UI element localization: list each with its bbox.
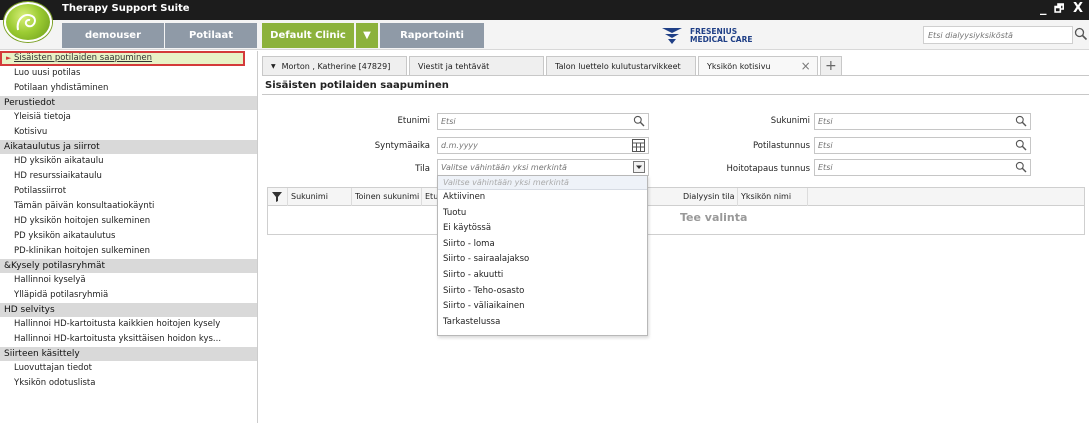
unit-search-input[interactable]	[924, 27, 1052, 43]
grid-header: Sukunimi Toinen sukunimi Etunim Dialyysi…	[268, 188, 1084, 206]
sidebar-item-hd-yksikön-aikataulu[interactable]: HD yksikön aikataulu	[0, 154, 257, 169]
treatment-id-label: Hoitotapaus tunnus	[726, 164, 810, 174]
sidebar-group-kysely-potilasryhmät: &Kysely potilasryhmät	[0, 259, 257, 273]
status-option[interactable]: Siirto - väliaikainen	[438, 299, 647, 315]
caret-down-icon: ▼	[271, 62, 276, 70]
brand-line-2: MEDICAL CARE	[690, 35, 753, 44]
sidebar-item-label: Sisäisten potilaiden saapuminen	[14, 53, 153, 63]
patient-id-label: Potilastunnus	[752, 141, 810, 151]
minimize-button[interactable]: _	[1040, 1, 1047, 17]
restore-button[interactable]: 🗗	[1054, 1, 1064, 17]
status-label: Tila	[415, 164, 430, 174]
status-option[interactable]: Aktiivinen	[438, 190, 647, 206]
search-icon[interactable]	[1015, 161, 1027, 176]
clinic-toggle-button[interactable]: ▼	[356, 23, 378, 48]
tab-patient[interactable]: ▼ Morton , Katherine [47829]	[262, 56, 407, 75]
col-dialysis-status[interactable]: Dialyysin tila	[680, 188, 738, 206]
status-option[interactable]: Ei käytössä	[438, 221, 647, 237]
unit-search-box[interactable]	[923, 26, 1088, 44]
sidebar-item-hallinnoi-hd-kartoitusta-kaikkien-hoitojen-kysely[interactable]: Hallinnoi HD-kartoitusta kaikkien hoitoj…	[0, 317, 257, 332]
clinic-button[interactable]: Default Clinic	[262, 23, 354, 48]
tab-messages[interactable]: Viestit ja tehtävät	[409, 56, 544, 75]
sidebar-item-pd-yksikön-aikataulutus[interactable]: PD yksikön aikataulutus	[0, 229, 257, 244]
status-option[interactable]: Siirto - loma	[438, 237, 647, 253]
patient-id-input[interactable]	[815, 138, 1030, 153]
title-bar: Therapy Support Suite _ 🗗 X	[0, 0, 1089, 20]
sidebar-item-hd-yksikön-hoitojen-sulkeminen[interactable]: HD yksikön hoitojen sulkeminen	[0, 214, 257, 229]
filter-icon[interactable]	[268, 188, 288, 206]
patients-button[interactable]: Potilaat	[165, 23, 257, 48]
col-last-name[interactable]: Sukunimi	[288, 188, 352, 206]
last-name-label: Sukunimi	[770, 116, 810, 126]
dropdown-placeholder[interactable]: Valitse vähintään yksi merkintä	[438, 176, 647, 190]
sidebar-item-potilassiirrot[interactable]: Potilassiirrot	[0, 184, 257, 199]
status-select[interactable]	[437, 159, 649, 176]
app-title: Therapy Support Suite	[62, 3, 190, 14]
search-icon[interactable]	[1015, 115, 1027, 130]
sidebar-item-pd-klinikan-hoitojen-sulkeminen[interactable]: PD-klinikan hoitojen sulkeminen	[0, 244, 257, 259]
status-option[interactable]: Siirto - Teho-osasto	[438, 284, 647, 300]
birthdate-label: Syntymäaika	[374, 141, 430, 151]
last-name-field[interactable]	[814, 113, 1031, 130]
fresenius-icon	[662, 28, 682, 44]
status-option[interactable]: Siirto - sairaalajakso	[438, 252, 647, 268]
reports-button[interactable]: Raportointi	[380, 23, 484, 48]
app-header: demouser Potilaat Default Clinic ▼ Rapor…	[0, 20, 1089, 50]
patient-id-field[interactable]	[814, 137, 1031, 154]
active-arrow-icon: ►	[6, 54, 12, 62]
calendar-icon[interactable]	[632, 139, 645, 155]
sidebar-item-yksikön-odotuslista[interactable]: Yksikön odotuslista	[0, 376, 257, 391]
status-option[interactable]: Tarkastelussa	[438, 315, 647, 331]
treatment-id-input[interactable]	[815, 160, 1030, 175]
status-option[interactable]: Tuotu	[438, 206, 647, 222]
therapy-logo-icon	[16, 14, 36, 31]
sidebar-item-sisäisten-potilaiden-saapuminen[interactable]: ► Sisäisten potilaiden saapuminen	[0, 51, 245, 66]
app-logo	[4, 2, 52, 42]
results-grid: Sukunimi Toinen sukunimi Etunim Dialyysi…	[267, 187, 1085, 235]
tab-bar: ▼ Morton , Katherine [47829] Viestit ja …	[262, 56, 844, 75]
sidebar-group-siirteen-käsittely: Siirteen käsittely	[0, 347, 257, 361]
status-dropdown-list: Valitse vähintään yksi merkintä Aktiivin…	[437, 175, 648, 336]
close-tab-icon[interactable]: ×	[801, 58, 811, 75]
first-name-input[interactable]	[438, 114, 648, 129]
sidebar-item-ylläpidä-potilasryhmiä[interactable]: Ylläpidä potilasryhmiä	[0, 288, 257, 303]
title-divider	[262, 94, 1089, 95]
birthdate-input[interactable]	[438, 138, 648, 153]
page-title: Sisäisten potilaiden saapuminen	[265, 80, 449, 91]
first-name-label: Etunimi	[397, 116, 430, 126]
col-unit-name[interactable]: Yksikön nimi	[738, 188, 808, 206]
sidebar-nav: ► Sisäisten potilaiden saapuminen Luo uusi…	[0, 51, 258, 423]
tab-divider	[262, 75, 1089, 76]
empty-grid-message: Tee valinta	[680, 211, 748, 224]
sidebar-item-luo-uusi-potilas[interactable]: Luo uusi potilas	[0, 66, 257, 81]
user-menu-button[interactable]: demouser	[62, 23, 164, 48]
sidebar-item-hallinnoi-kyselyä[interactable]: Hallinnoi kyselyä	[0, 273, 257, 288]
treatment-id-field[interactable]	[814, 159, 1031, 176]
sidebar-group-hd-selvitys: HD selvitys	[0, 303, 257, 317]
search-icon[interactable]	[1074, 27, 1088, 44]
col-second-last-name[interactable]: Toinen sukunimi	[352, 188, 422, 206]
first-name-field[interactable]	[437, 113, 649, 130]
status-select-input[interactable]	[438, 160, 648, 175]
close-button[interactable]: X	[1073, 1, 1083, 17]
fresenius-logo: FRESENIUS MEDICAL CARE	[660, 25, 753, 47]
sidebar-item-hallinnoi-hd-kartoitusta-yksittäisen-hoidon-kys[interactable]: Hallinnoi HD-kartoitusta yksittäisen hoi…	[0, 332, 257, 347]
sidebar-item-hd-resurssiaikataulu[interactable]: HD resurssiaikataulu	[0, 169, 257, 184]
sidebar-item-kotisivu[interactable]: Kotisivu	[0, 125, 257, 140]
sidebar-group-perustiedot: Perustiedot	[0, 96, 257, 110]
status-option[interactable]: Siirto - akuutti	[438, 268, 647, 284]
sidebar-item-luovuttajan-tiedot[interactable]: Luovuttajan tiedot	[0, 361, 257, 376]
birthdate-field[interactable]	[437, 137, 649, 154]
sidebar-group-aikataulutus-ja-siirrot: Aikataulutus ja siirrot	[0, 140, 257, 154]
sidebar-item-yleisiä-tietoja[interactable]: Yleisiä tietoja	[0, 110, 257, 125]
search-icon[interactable]	[1015, 139, 1027, 154]
add-tab-button[interactable]: +	[820, 56, 842, 75]
tab-unit-home[interactable]: Yksikön kotisivu ×	[698, 56, 818, 75]
tab-consumables[interactable]: Talon luettelo kulutustarvikkeet	[546, 56, 696, 75]
last-name-input[interactable]	[815, 114, 1030, 129]
search-icon[interactable]	[633, 115, 645, 130]
sidebar-item-potilaan-yhdistäminen[interactable]: Potilaan yhdistäminen	[0, 81, 257, 96]
sidebar-item-tämän-päivän-konsultaatiokäynti[interactable]: Tämän päivän konsultaatiokäynti	[0, 199, 257, 214]
dropdown-arrow-icon[interactable]	[633, 161, 645, 176]
